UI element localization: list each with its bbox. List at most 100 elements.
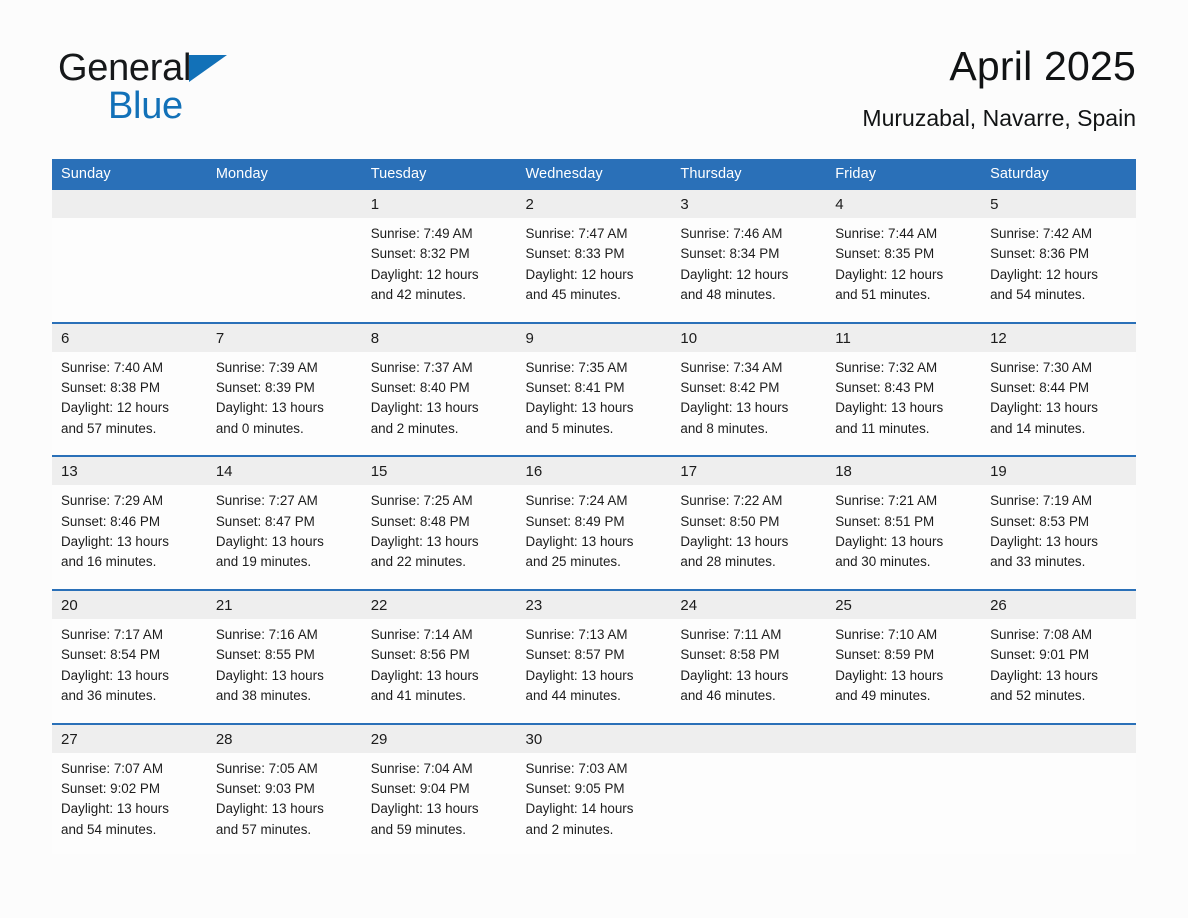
day-details: Sunrise: 7:37 AM Sunset: 8:40 PM Dayligh… bbox=[362, 352, 517, 456]
day-cell[interactable]: 19 Sunrise: 7:19 AM Sunset: 8:53 PM Dayl… bbox=[981, 455, 1136, 590]
day-cell[interactable]: 28 Sunrise: 7:05 AM Sunset: 9:03 PM Dayl… bbox=[206, 722, 362, 855]
day-cell[interactable]: 6 Sunrise: 7:40 AM Sunset: 8:38 PM Dayli… bbox=[52, 321, 207, 457]
weekday-header-sunday: Sunday bbox=[52, 159, 207, 190]
day-cell[interactable]: 4 Sunrise: 7:44 AM Sunset: 8:35 PM Dayli… bbox=[826, 190, 982, 323]
day-number: 18 bbox=[826, 457, 982, 486]
day-details: Sunrise: 7:40 AM Sunset: 8:38 PM Dayligh… bbox=[52, 352, 207, 456]
day-cell[interactable]: 14 Sunrise: 7:27 AM Sunset: 8:47 PM Dayl… bbox=[206, 455, 362, 590]
day-details-text: Sunrise: 7:24 AM Sunset: 8:49 PM Dayligh… bbox=[525, 493, 634, 570]
day-cell[interactable]: 9 Sunrise: 7:35 AM Sunset: 8:41 PM Dayli… bbox=[516, 321, 672, 457]
day-cell[interactable]: 24 Sunrise: 7:11 AM Sunset: 8:58 PM Dayl… bbox=[671, 588, 827, 724]
day-details bbox=[52, 218, 207, 296]
day-cell[interactable] bbox=[671, 722, 827, 855]
page-header: General Blue April 2025 Muruzabal, Navar… bbox=[52, 40, 1136, 150]
calendar-week-row: 6 Sunrise: 7:40 AM Sunset: 8:38 PM Dayli… bbox=[52, 321, 1136, 457]
day-details-text: Sunrise: 7:44 AM Sunset: 8:35 PM Dayligh… bbox=[835, 226, 944, 303]
day-cell[interactable]: 7 Sunrise: 7:39 AM Sunset: 8:39 PM Dayli… bbox=[206, 321, 362, 457]
logo-text-blue: Blue bbox=[108, 85, 183, 127]
day-details: Sunrise: 7:22 AM Sunset: 8:50 PM Dayligh… bbox=[671, 485, 826, 589]
day-number: 24 bbox=[671, 590, 827, 619]
day-cell[interactable]: 10 Sunrise: 7:34 AM Sunset: 8:42 PM Dayl… bbox=[671, 321, 827, 457]
calendar-week-row: 27 Sunrise: 7:07 AM Sunset: 9:02 PM Dayl… bbox=[52, 722, 1136, 855]
day-number: 10 bbox=[671, 323, 827, 352]
day-number: 7 bbox=[206, 323, 362, 352]
day-cell[interactable] bbox=[52, 190, 207, 323]
day-cell[interactable]: 22 Sunrise: 7:14 AM Sunset: 8:56 PM Dayl… bbox=[361, 588, 517, 724]
day-number: 25 bbox=[826, 590, 982, 619]
day-details: Sunrise: 7:03 AM Sunset: 9:05 PM Dayligh… bbox=[517, 753, 672, 855]
day-cell[interactable]: 25 Sunrise: 7:10 AM Sunset: 8:59 PM Dayl… bbox=[826, 588, 982, 724]
day-cell[interactable]: 8 Sunrise: 7:37 AM Sunset: 8:40 PM Dayli… bbox=[361, 321, 517, 457]
day-details-text: Sunrise: 7:30 AM Sunset: 8:44 PM Dayligh… bbox=[990, 359, 1098, 436]
day-details-text: Sunrise: 7:21 AM Sunset: 8:51 PM Dayligh… bbox=[835, 493, 944, 570]
day-cell[interactable]: 30 Sunrise: 7:03 AM Sunset: 9:05 PM Dayl… bbox=[516, 722, 672, 855]
day-cell[interactable]: 2 Sunrise: 7:47 AM Sunset: 8:33 PM Dayli… bbox=[516, 190, 672, 323]
day-cell[interactable] bbox=[206, 190, 362, 323]
day-details: Sunrise: 7:27 AM Sunset: 8:47 PM Dayligh… bbox=[207, 485, 362, 589]
day-details: Sunrise: 7:10 AM Sunset: 8:59 PM Dayligh… bbox=[826, 619, 981, 723]
day-details: Sunrise: 7:42 AM Sunset: 8:36 PM Dayligh… bbox=[981, 218, 1136, 322]
day-details: Sunrise: 7:05 AM Sunset: 9:03 PM Dayligh… bbox=[207, 753, 362, 855]
day-details: Sunrise: 7:04 AM Sunset: 9:04 PM Dayligh… bbox=[362, 753, 517, 855]
day-number: 26 bbox=[981, 590, 1136, 619]
day-number: 29 bbox=[361, 724, 517, 753]
calendar-table: Sunday Monday Tuesday Wednesday Thursday… bbox=[52, 159, 1136, 855]
day-number: 8 bbox=[361, 323, 517, 352]
day-details bbox=[207, 218, 362, 296]
day-details-text: Sunrise: 7:22 AM Sunset: 8:50 PM Dayligh… bbox=[680, 493, 789, 570]
day-cell[interactable]: 5 Sunrise: 7:42 AM Sunset: 8:36 PM Dayli… bbox=[981, 190, 1136, 323]
day-details: Sunrise: 7:08 AM Sunset: 9:01 PM Dayligh… bbox=[981, 619, 1136, 723]
day-details-text: Sunrise: 7:47 AM Sunset: 8:33 PM Dayligh… bbox=[525, 226, 634, 303]
day-number: 28 bbox=[206, 724, 362, 753]
day-cell[interactable]: 29 Sunrise: 7:04 AM Sunset: 9:04 PM Dayl… bbox=[361, 722, 517, 855]
day-cell[interactable] bbox=[981, 722, 1136, 855]
day-details bbox=[826, 753, 981, 831]
general-blue-logo[interactable]: General Blue bbox=[58, 48, 378, 140]
weekday-header-monday: Monday bbox=[206, 159, 362, 190]
day-details-text: Sunrise: 7:34 AM Sunset: 8:42 PM Dayligh… bbox=[680, 359, 789, 436]
day-details-text: Sunrise: 7:27 AM Sunset: 8:47 PM Dayligh… bbox=[215, 493, 324, 570]
weekday-header-saturday: Saturday bbox=[981, 159, 1136, 190]
day-details-text: Sunrise: 7:05 AM Sunset: 9:03 PM Dayligh… bbox=[215, 760, 324, 837]
logo-text-general-row: General bbox=[58, 48, 378, 88]
day-cell[interactable]: 17 Sunrise: 7:22 AM Sunset: 8:50 PM Dayl… bbox=[671, 455, 827, 590]
day-cell[interactable]: 27 Sunrise: 7:07 AM Sunset: 9:02 PM Dayl… bbox=[52, 722, 207, 855]
day-number: 22 bbox=[361, 590, 517, 619]
day-number: 6 bbox=[52, 323, 207, 352]
day-details: Sunrise: 7:21 AM Sunset: 8:51 PM Dayligh… bbox=[826, 485, 981, 589]
day-number: 27 bbox=[52, 724, 207, 753]
day-number: 23 bbox=[516, 590, 672, 619]
day-cell[interactable]: 1 Sunrise: 7:49 AM Sunset: 8:32 PM Dayli… bbox=[361, 190, 517, 323]
triangle-icon bbox=[189, 55, 228, 82]
day-details: Sunrise: 7:07 AM Sunset: 9:02 PM Dayligh… bbox=[52, 753, 207, 855]
day-details-text: Sunrise: 7:04 AM Sunset: 9:04 PM Dayligh… bbox=[370, 760, 479, 837]
day-details-text: Sunrise: 7:14 AM Sunset: 8:56 PM Dayligh… bbox=[370, 626, 479, 704]
day-cell[interactable]: 13 Sunrise: 7:29 AM Sunset: 8:46 PM Dayl… bbox=[52, 455, 207, 590]
day-cell[interactable]: 26 Sunrise: 7:08 AM Sunset: 9:01 PM Dayl… bbox=[981, 588, 1136, 724]
day-cell[interactable]: 12 Sunrise: 7:30 AM Sunset: 8:44 PM Dayl… bbox=[981, 321, 1136, 457]
day-number bbox=[826, 724, 982, 753]
day-cell[interactable]: 18 Sunrise: 7:21 AM Sunset: 8:51 PM Dayl… bbox=[826, 455, 982, 590]
day-cell[interactable]: 16 Sunrise: 7:24 AM Sunset: 8:49 PM Dayl… bbox=[516, 455, 672, 590]
logo-text-general: General bbox=[58, 47, 192, 89]
day-cell[interactable]: 11 Sunrise: 7:32 AM Sunset: 8:43 PM Dayl… bbox=[826, 321, 982, 457]
day-details-text: Sunrise: 7:37 AM Sunset: 8:40 PM Dayligh… bbox=[370, 359, 479, 436]
day-number: 19 bbox=[981, 457, 1136, 486]
day-details: Sunrise: 7:32 AM Sunset: 8:43 PM Dayligh… bbox=[826, 352, 981, 456]
day-cell[interactable]: 21 Sunrise: 7:16 AM Sunset: 8:55 PM Dayl… bbox=[206, 588, 362, 724]
day-cell[interactable]: 15 Sunrise: 7:25 AM Sunset: 8:48 PM Dayl… bbox=[361, 455, 517, 590]
day-details-text: Sunrise: 7:29 AM Sunset: 8:46 PM Dayligh… bbox=[61, 493, 169, 570]
page-subtitle: Muruzabal, Navarre, Spain bbox=[862, 105, 1136, 131]
weekday-header-friday: Friday bbox=[826, 159, 982, 190]
day-number: 5 bbox=[981, 190, 1136, 218]
calendar-page: General Blue April 2025 Muruzabal, Navar… bbox=[0, 0, 1188, 918]
day-cell[interactable] bbox=[826, 722, 982, 855]
day-cell[interactable]: 3 Sunrise: 7:46 AM Sunset: 8:34 PM Dayli… bbox=[671, 190, 827, 323]
day-details: Sunrise: 7:47 AM Sunset: 8:33 PM Dayligh… bbox=[517, 218, 672, 322]
calendar-week-row: 20 Sunrise: 7:17 AM Sunset: 8:54 PM Dayl… bbox=[52, 588, 1136, 724]
day-cell[interactable]: 23 Sunrise: 7:13 AM Sunset: 8:57 PM Dayl… bbox=[516, 588, 672, 724]
day-details: Sunrise: 7:46 AM Sunset: 8:34 PM Dayligh… bbox=[671, 218, 826, 322]
day-details-text: Sunrise: 7:35 AM Sunset: 8:41 PM Dayligh… bbox=[525, 359, 634, 436]
day-cell[interactable]: 20 Sunrise: 7:17 AM Sunset: 8:54 PM Dayl… bbox=[52, 588, 207, 724]
day-details: Sunrise: 7:24 AM Sunset: 8:49 PM Dayligh… bbox=[517, 485, 672, 589]
